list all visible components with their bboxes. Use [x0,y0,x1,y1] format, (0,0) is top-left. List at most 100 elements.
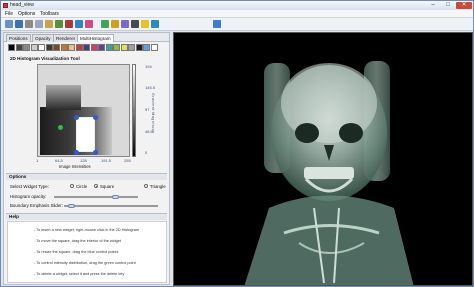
zoom-icon[interactable] [75,20,83,28]
help-line: - To control intensity distribution, dra… [34,261,136,265]
histogram-canvas[interactable] [37,64,130,157]
y-tick: 145.5 [145,85,156,90]
colormap-swatch[interactable] [23,44,30,51]
menu-file[interactable]: File [5,11,13,17]
menu-toolbars[interactable]: Toolbars [40,11,59,17]
radio-triangle-label: Triangle [150,184,166,189]
square-widget[interactable] [76,117,95,152]
colormap-swatch[interactable] [30,44,38,51]
x-axis-label: Image Intensities [59,164,91,169]
colormap-swatch[interactable] [83,44,90,51]
teeth-row [304,167,354,179]
emphasis-label: Boundary Emphasis Slider: [10,203,63,208]
menu-bar: File Options Toolbars [1,10,473,18]
colormap-swatch[interactable] [105,44,113,51]
right-orbit [339,123,363,143]
colormap-swatch[interactable] [143,44,150,51]
x-tick: 128 [80,158,87,163]
menu-options[interactable]: Options [18,11,35,17]
save-icon[interactable] [15,20,23,28]
y-tick: 97 [145,107,150,112]
gradient-scale: 194 145.5 97 48.5 0 [132,64,155,157]
colormap-swatch[interactable] [113,44,120,51]
help-line: - To delete a widget, select it and pres… [34,272,125,276]
redo-icon[interactable] [65,20,73,28]
colormap-swatch[interactable] [120,44,128,51]
colormap-swatch[interactable] [150,44,158,51]
maximize-button[interactable]: □ [441,2,455,9]
colormap-swatch[interactable] [53,44,60,51]
paste-icon[interactable] [45,20,53,28]
opacity-slider-thumb[interactable] [111,195,119,199]
emphasis-slider[interactable] [64,205,158,207]
help-text-box: - To insert a new widget, right-mouse cl… [7,221,167,283]
x-tick: 64.5 [55,158,63,163]
open-icon[interactable] [5,20,13,28]
blue-control-point[interactable] [74,150,79,155]
colormap-swatch[interactable] [128,44,135,51]
opacity-slider[interactable] [54,196,138,198]
reset-icon[interactable] [151,20,159,28]
tab-opacity[interactable]: Opacity [32,34,54,42]
colormap-swatch[interactable] [45,44,53,51]
tab-renderer[interactable]: Renderer [53,34,79,42]
tab-bar: Positions Opacity Renderer MultiHistogra… [4,33,169,42]
histogram-title: 2D Histogram Visualization Tool [10,56,80,61]
x-tick: 1 [36,158,39,163]
blue-control-point[interactable] [93,115,98,120]
toolbar [1,18,473,31]
histogram-density-upper [46,85,81,110]
transfer-icon[interactable] [101,20,109,28]
green-control-point[interactable] [58,125,63,130]
blue-control-point[interactable] [74,115,79,120]
gradient-strip [132,64,136,157]
opacity-label: Histogram opacity: [10,194,47,199]
help-line: - To resize the square, drag the blue co… [34,250,119,254]
help-line: - To insert a new widget, right-mouse cl… [34,228,140,232]
tab-multihistogram[interactable]: MultiHistogram [77,34,114,42]
close-button[interactable]: ✕ [456,2,472,9]
radio-circle-label: Circle [76,184,88,189]
render-viewport[interactable] [173,32,473,286]
copy-icon[interactable] [35,20,43,28]
app-icon [3,3,8,8]
window-title: head_view [10,2,34,8]
emphasis-slider-thumb[interactable] [68,204,76,208]
color-icon[interactable] [85,20,93,28]
options-header: Options [6,173,167,180]
camera-icon[interactable] [131,20,139,28]
colormap-swatch[interactable] [98,44,105,51]
settings-icon[interactable] [121,20,129,28]
colormap-swatch[interactable] [75,44,83,51]
minimize-button[interactable]: – [426,2,440,9]
app-window: head_view – □ ✕ File Options Toolbars Po… [0,0,474,287]
radio-square[interactable] [94,184,98,188]
undo-icon[interactable] [55,20,63,28]
radio-triangle[interactable] [144,184,148,188]
colormap-swatch[interactable] [68,44,75,51]
colormap-swatch[interactable] [90,44,98,51]
cut-icon[interactable] [25,20,33,28]
y-tick: 194 [145,64,152,69]
colormap-swatch[interactable] [38,44,45,51]
colormap-swatch[interactable] [8,44,15,51]
radio-square-label: Square [100,184,115,189]
radio-circle[interactable] [70,184,74,188]
volume-rendering [244,61,414,285]
colormap-swatch[interactable] [15,44,23,51]
y-axis-label: Gradient Magnitude [151,93,155,134]
colormap-swatches [8,44,158,52]
y-tick: 0 [145,150,148,155]
colormap-swatch[interactable] [135,44,143,51]
volume-icon[interactable] [111,20,119,28]
x-tick: 255 [124,158,131,163]
widget-type-label: Select Widget Type: [10,184,49,189]
tab-positions[interactable]: Positions [6,34,31,42]
colormap-swatch[interactable] [60,44,68,51]
neck-torso [244,195,414,285]
x-tick: 191.5 [101,158,112,163]
title-bar: head_view – □ ✕ [1,1,473,10]
globe-icon[interactable] [213,20,221,28]
light-icon[interactable] [141,20,149,28]
blue-control-point[interactable] [93,150,98,155]
